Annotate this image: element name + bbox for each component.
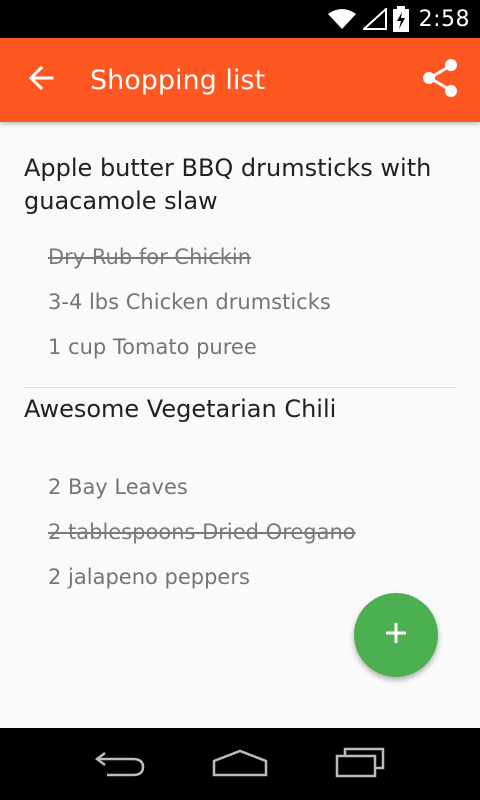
arrow-back-icon [28,65,54,95]
recipe-card: Awesome Vegetarian Chili 2 Bay Leaves 2 … [0,388,480,600]
nav-recents-button[interactable] [325,739,395,789]
app-bar: Shopping list [0,38,480,122]
ingredient-item[interactable]: 3-4 lbs Chicken drumsticks [0,280,480,325]
recipe-title: Apple butter BBQ drumsticks with guacamo… [24,154,432,215]
nav-recents-icon [334,746,386,782]
ingredient-item[interactable]: 2 jalapeno peppers [0,555,480,600]
nav-back-button[interactable] [85,739,155,789]
add-item-button[interactable] [354,593,438,677]
share-button[interactable] [400,38,480,122]
status-time: 2:58 [418,6,470,32]
wifi-icon [327,8,357,30]
ingredient-item[interactable]: 2 Bay Leaves [0,465,480,510]
ingredient-item[interactable]: Dry Rub for Chickin [0,235,480,280]
ingredient-item[interactable]: 2 tablespoons Dried Oregano [0,510,480,555]
nav-back-icon [93,747,147,781]
nav-home-button[interactable] [205,739,275,789]
battery-charging-icon [392,6,409,32]
ingredient-list: 2 Bay Leaves 2 tablespoons Dried Oregano… [0,465,480,600]
ingredient-list: Dry Rub for Chickin 3-4 lbs Chicken drum… [0,235,480,370]
nav-home-icon [211,747,269,781]
add-icon [384,621,408,649]
back-button[interactable] [0,38,82,122]
signal-icon [362,8,387,30]
status-bar: 2:58 [0,0,480,38]
recipe-title: Awesome Vegetarian Chili [24,395,337,423]
page-title: Shopping list [90,64,266,96]
recipe-card: Apple butter BBQ drumsticks with guacamo… [0,122,480,388]
ingredient-item[interactable]: 1 cup Tomato puree [0,325,480,370]
share-icon [420,58,460,102]
system-nav-bar [0,728,480,800]
